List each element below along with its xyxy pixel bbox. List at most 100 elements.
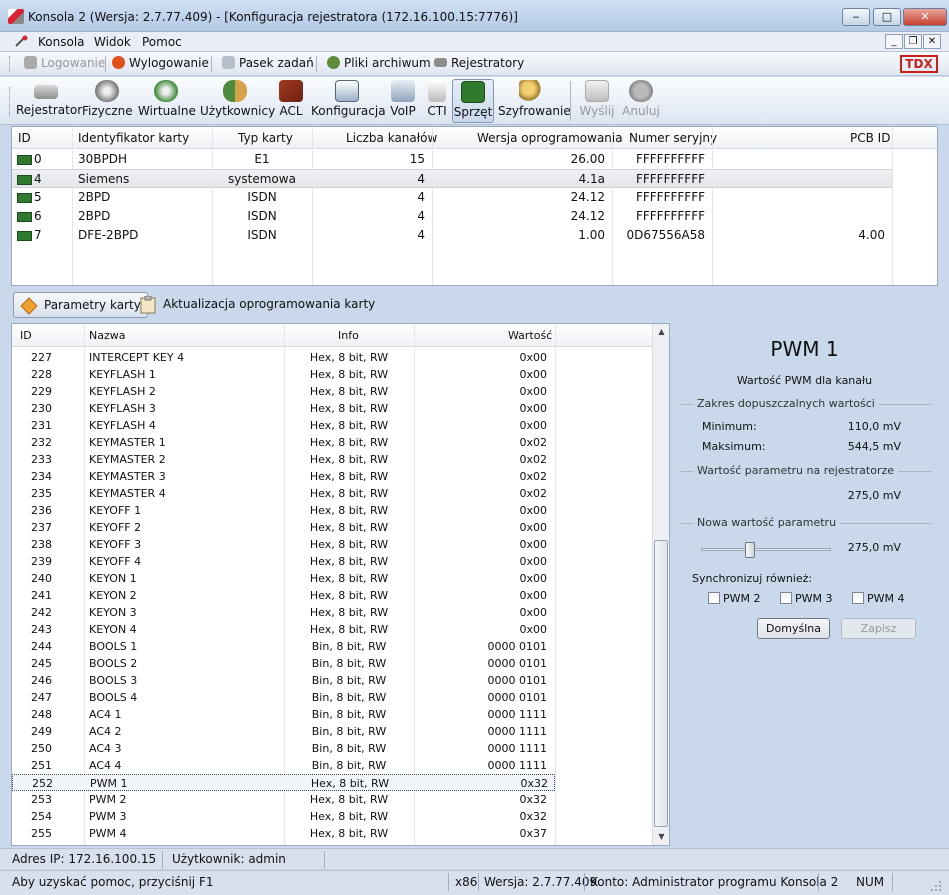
toolbar-recorder-button[interactable]: Rejestrator (16, 79, 82, 123)
toolbar-hardware-button[interactable]: Sprzęt (452, 79, 494, 123)
toolbar-cancel-button[interactable]: Anuluj (622, 79, 660, 123)
table-row[interactable]: 230 KEYFLASH 3 Hex, 8 bit, RW 0x00 (12, 400, 555, 417)
table-row[interactable]: 254 PWM 3 Hex, 8 bit, RW 0x32 (12, 808, 555, 825)
new-value-group-label: Nowa wartość parametru (693, 516, 841, 529)
table-row[interactable]: 255 PWM 4 Hex, 8 bit, RW 0x37 (12, 825, 555, 842)
sync-pwm4-checkbox[interactable] (852, 592, 864, 604)
recorders-button[interactable]: Rejestratory (434, 56, 524, 70)
table-row[interactable]: 232 KEYMASTER 1 Hex, 8 bit, RW 0x02 (12, 434, 555, 451)
tab-firmware-update[interactable]: Aktualizacja oprogramowania karty (133, 292, 381, 318)
scroll-up-arrow-icon[interactable]: ▲ (653, 324, 669, 340)
table-row[interactable]: 240 KEYON 1 Hex, 8 bit, RW 0x00 (12, 570, 555, 587)
table-row[interactable]: 235 KEYMASTER 4 Hex, 8 bit, RW 0x02 (12, 485, 555, 502)
default-button[interactable]: Domyślna (757, 618, 830, 639)
value-slider-track[interactable] (701, 548, 831, 551)
table-row[interactable]: 0 30BPDH E1 15 26.00 FFFFFFFFFF (12, 150, 892, 169)
window-title: Konsola 2 (Wersja: 2.7.77.409) - [Konfig… (28, 10, 518, 24)
tab-card-parameters[interactable]: Parametry karty (13, 292, 148, 318)
table-row[interactable]: 246 BOOLS 3 Bin, 8 bit, RW 0000 0101 (12, 672, 555, 689)
mdi-close-button[interactable]: ✕ (923, 34, 941, 49)
toolbar-acl-button[interactable]: ACL (276, 79, 306, 123)
table-row[interactable]: 229 KEYFLASH 2 Hex, 8 bit, RW 0x00 (12, 383, 555, 400)
value-slider-thumb[interactable] (745, 542, 756, 558)
save-button[interactable]: Zapisz (841, 618, 916, 639)
col-identifier[interactable]: Identyfikator karty (78, 131, 189, 145)
recorder-small-icon (434, 58, 447, 67)
sync-pwm3-checkbox[interactable] (780, 592, 792, 604)
toolbar-physical-button[interactable]: Fizyczne (82, 79, 133, 123)
mdi-restore-button[interactable]: ❐ (904, 34, 922, 49)
toolbar-send-button[interactable]: Wyślij (578, 79, 616, 123)
col-version[interactable]: Wersja oprogramowania (477, 131, 623, 145)
table-row[interactable]: 233 KEYMASTER 2 Hex, 8 bit, RW 0x02 (12, 451, 555, 468)
table-row[interactable]: 248 AC4 1 Bin, 8 bit, RW 0000 1111 (12, 706, 555, 723)
table-row[interactable]: 4 Siemens systemowa 4 4.1a FFFFFFFFFF (12, 169, 892, 188)
table-row[interactable]: 253 PWM 2 Hex, 8 bit, RW 0x32 (12, 791, 555, 808)
table-row[interactable]: 252 PWM 1 Hex, 8 bit, RW 0x32 (12, 774, 555, 791)
scroll-down-arrow-icon[interactable]: ▼ (653, 829, 669, 845)
close-button[interactable]: ✕ (903, 8, 947, 26)
scroll-thumb[interactable] (654, 540, 668, 827)
toolbar-grip[interactable] (9, 87, 12, 117)
table-row[interactable]: 250 AC4 3 Bin, 8 bit, RW 0000 1111 (12, 740, 555, 757)
clipboard-icon (139, 295, 157, 314)
table-row[interactable]: 238 KEYOFF 3 Hex, 8 bit, RW 0x00 (12, 536, 555, 553)
toolbar-grip[interactable] (9, 56, 12, 72)
col-id[interactable]: ID (18, 131, 31, 145)
table-row[interactable]: 245 BOOLS 2 Bin, 8 bit, RW 0000 0101 (12, 655, 555, 672)
toolbar-label: Szyfrowanie (498, 104, 571, 118)
cell-channels: 4 (417, 228, 425, 242)
table-row[interactable]: 5 2BPD ISDN 4 24.12 FFFFFFFFFF (12, 188, 892, 207)
toolbar-virtual-button[interactable]: Wirtualne (138, 79, 196, 123)
toolbar-configuration-button[interactable]: Konfiguracja (311, 79, 386, 123)
table-row[interactable]: 234 KEYMASTER 3 Hex, 8 bit, RW 0x02 (12, 468, 555, 485)
table-row[interactable]: 7 DFE-2BPD ISDN 4 1.00 0D67556A58 4.00 (12, 226, 892, 245)
login-button[interactable]: Logowanie (24, 56, 105, 70)
table-row[interactable]: 244 BOOLS 1 Bin, 8 bit, RW 0000 0101 (12, 638, 555, 655)
table-row[interactable]: 242 KEYON 3 Hex, 8 bit, RW 0x00 (12, 604, 555, 621)
toolbar-encryption-button[interactable]: Szyfrowanie (498, 79, 571, 123)
table-row[interactable]: 227 INTERCEPT KEY 4 Hex, 8 bit, RW 0x00 (12, 349, 555, 366)
resize-grip-icon[interactable] (930, 880, 942, 892)
cell-name: KEYON 4 (89, 623, 137, 636)
toolbar-users-button[interactable]: Użytkownicy (200, 79, 275, 123)
toolbar-cti-button[interactable]: CTI (424, 79, 450, 123)
separator (105, 56, 106, 72)
maximize-button[interactable]: □ (873, 8, 901, 26)
col-id[interactable]: ID (20, 329, 32, 342)
minimize-button[interactable]: ‒ (842, 8, 870, 26)
cell-id: 254 (31, 810, 52, 823)
taskbar-button[interactable]: Pasek zadań (222, 56, 314, 70)
logout-button[interactable]: Wylogowanie (112, 56, 209, 70)
mdi-minimize-button[interactable]: _ (885, 34, 903, 49)
col-serial[interactable]: Numer seryjny (629, 131, 717, 145)
table-row[interactable]: 239 KEYOFF 4 Hex, 8 bit, RW 0x00 (12, 553, 555, 570)
table-row[interactable]: 247 BOOLS 4 Bin, 8 bit, RW 0000 0101 (12, 689, 555, 706)
toolbar-label: Anuluj (622, 104, 660, 118)
menu-konsola[interactable]: Konsola (38, 35, 85, 49)
table-row[interactable]: 236 KEYOFF 1 Hex, 8 bit, RW 0x00 (12, 502, 555, 519)
col-info[interactable]: Info (338, 329, 359, 342)
table-row[interactable]: 243 KEYON 4 Hex, 8 bit, RW 0x00 (12, 621, 555, 638)
vertical-scrollbar[interactable]: ▲ ▼ (652, 324, 669, 845)
menu-pomoc[interactable]: Pomoc (142, 35, 182, 49)
table-row[interactable]: 228 KEYFLASH 1 Hex, 8 bit, RW 0x00 (12, 366, 555, 383)
col-name[interactable]: Nazwa (89, 329, 125, 342)
cell-info: Bin, 8 bit, RW (311, 725, 387, 738)
col-value[interactable]: Wartość (508, 329, 552, 342)
table-row[interactable]: 237 KEYOFF 2 Hex, 8 bit, RW 0x00 (12, 519, 555, 536)
cell-id: 238 (31, 538, 52, 551)
sync-pwm2-checkbox[interactable] (708, 592, 720, 604)
col-type[interactable]: Typ karty (238, 131, 293, 145)
menu-widok[interactable]: Widok (94, 35, 131, 49)
col-channels[interactable]: Liczba kanałów (346, 131, 437, 145)
table-row[interactable]: 251 AC4 4 Bin, 8 bit, RW 0000 1111 (12, 757, 555, 774)
table-row[interactable]: 249 AC4 2 Bin, 8 bit, RW 0000 1111 (12, 723, 555, 740)
table-row[interactable]: 6 2BPD ISDN 4 24.12 FFFFFFFFFF (12, 207, 892, 226)
archives-button[interactable]: Pliki archiwum (327, 56, 431, 70)
table-row[interactable]: 241 KEYON 2 Hex, 8 bit, RW 0x00 (12, 587, 555, 604)
table-row[interactable]: 231 KEYFLASH 4 Hex, 8 bit, RW 0x00 (12, 417, 555, 434)
col-pcb[interactable]: PCB ID (850, 131, 890, 145)
parameters-table: ID Nazwa Info Wartość 227 INTERCEPT KEY 4… (11, 323, 670, 846)
toolbar-voip-button[interactable]: VoIP (388, 79, 418, 123)
